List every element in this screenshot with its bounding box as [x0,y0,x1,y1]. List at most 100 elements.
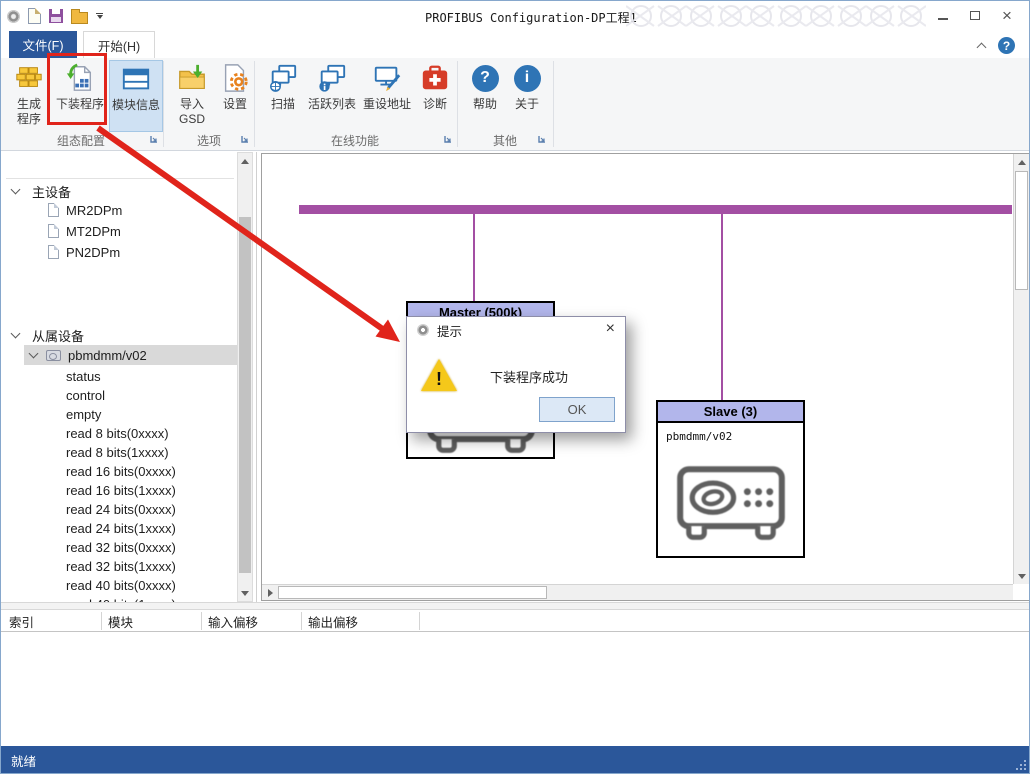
module-label: read 32 bits(1xxxx) [66,559,176,574]
tree-item-mt2dpm[interactable]: MT2DPm [2,221,236,241]
module-info-icon [120,63,152,95]
slave-device-name: pbmdmm/v02 [666,430,732,443]
tree-module-item[interactable]: control [2,385,236,405]
button-label: 活跃列表 [308,97,356,112]
scroll-up-button[interactable] [238,153,252,169]
dialog-launcher-icon[interactable] [149,134,159,144]
help-button[interactable]: ? [998,37,1015,54]
table-header-row: 索引 模块 输入偏移 输出偏移 [1,610,1029,632]
quick-access-toolbar [7,6,103,26]
tree-module-item[interactable]: read 32 bits(1xxxx) [2,556,236,576]
tree-module-item[interactable]: read 16 bits(1xxxx) [2,480,236,500]
dialog-launcher-icon[interactable] [537,134,547,144]
column-header[interactable]: 输入偏移 [208,610,258,632]
scroll-down-button[interactable] [238,585,252,601]
help-glyph: ? [472,65,499,92]
tree-module-item[interactable]: read 24 bits(0xxxx) [2,499,236,519]
column-header[interactable]: 索引 [9,610,34,632]
tree-item-pbmdmm-selected[interactable]: pbmdmm/v02 [24,345,238,365]
tree-module-item[interactable]: read 16 bits(0xxxx) [2,461,236,481]
help-circle-icon: ? [469,62,501,94]
module-table: 索引 模块 输入偏移 输出偏移 [1,610,1029,746]
qat-dropdown-icon[interactable] [96,13,103,19]
dialog-launcher-icon[interactable] [443,134,453,144]
chevron-down-icon[interactable] [11,185,21,195]
new-file-icon[interactable] [28,8,41,24]
document-icon [48,203,59,217]
tree-section-master-devices[interactable]: 主设备 [2,181,236,201]
scan-monitors-icon [267,62,299,94]
canvas-vertical-scrollbar[interactable] [1013,154,1029,584]
dialog-close-icon[interactable]: × [606,321,615,337]
slave-node[interactable]: Slave (3) pbmdmm/v02 [656,400,805,558]
column-header[interactable]: 模块 [108,610,133,632]
collapse-ribbon-icon[interactable] [977,42,985,50]
tree-module-item[interactable]: read 8 bits(0xxxx) [2,423,236,443]
module-label: read 16 bits(0xxxx) [66,464,176,479]
dialog-launcher-icon[interactable] [240,134,250,144]
scan-button[interactable]: 扫描 [263,60,303,132]
save-icon[interactable] [49,9,63,23]
reset-address-button[interactable]: 重设地址 [361,60,413,132]
tree-item-pn2dpm[interactable]: PN2DPm [2,242,236,262]
title-bar: PROFIBUS Configuration-DP工程1 × [1,1,1029,31]
scroll-down-button[interactable] [1015,568,1029,584]
first-aid-kit-icon [419,62,451,94]
app-icon[interactable] [7,10,20,23]
ribbon-tab-row: 文件(F) 开始(H) ? [1,31,1029,58]
module-label: read 40 bits(0xxxx) [66,578,176,593]
dialog-title: 提示 [437,321,462,340]
button-label: GSD [179,112,205,127]
column-header[interactable]: 输出偏移 [308,610,358,632]
maximize-button[interactable] [959,5,991,26]
projector-icon [675,460,787,544]
open-folder-icon[interactable] [71,12,88,24]
resize-grip[interactable] [1014,758,1026,770]
diagnosis-button[interactable]: 诊断 [417,60,453,132]
tree-module-item[interactable]: read 40 bits(0xxxx) [2,575,236,595]
canvas-horizontal-scrollbar[interactable] [262,584,1013,600]
import-gsd-button[interactable]: 导入 GSD [171,60,213,132]
tree-scrollbar[interactable] [237,152,253,602]
tree-section-slave-devices[interactable]: 从属设备 [2,325,236,345]
document-icon [48,245,59,259]
module-info-button[interactable]: 模块信息 [109,60,163,132]
tree-module-item[interactable]: read 32 bits(0xxxx) [2,537,236,557]
settings-button[interactable]: 设置 [217,60,253,132]
scroll-right-button[interactable] [262,586,278,600]
chevron-down-icon[interactable] [11,329,21,339]
scrollbar-thumb[interactable] [278,586,547,599]
close-icon: × [1002,7,1012,24]
minimize-icon [938,18,948,20]
tree-module-item[interactable]: read 24 bits(1xxxx) [2,518,236,538]
active-list-button[interactable]: 活跃列表 [306,60,358,132]
dialog-message: 下装程序成功 [490,367,568,386]
scrollbar-thumb[interactable] [239,217,251,573]
module-label: read 32 bits(0xxxx) [66,540,176,555]
close-button[interactable]: × [991,5,1023,26]
scroll-up-button[interactable] [1015,154,1029,170]
tree-module-item[interactable]: empty [2,404,236,424]
dialog-title-bar[interactable]: 提示 × [407,317,625,343]
tree-module-item[interactable]: status [2,366,236,386]
ok-button[interactable]: OK [539,397,615,422]
ribbon-help-button[interactable]: ? 帮助 [467,60,503,132]
profibus-bus-bar [299,205,1012,214]
tree-item-mr2dpm[interactable]: MR2DPm [2,200,236,220]
status-bar: 就绪 [1,746,1029,774]
network-canvas[interactable]: Master (500k) Slave (3) pbmdmm/v02 [261,153,1030,601]
minimize-button[interactable] [927,5,959,26]
panel-splitter[interactable] [1,602,1029,610]
tree-item-label: MR2DPm [66,203,122,218]
import-gsd-icon [176,62,208,94]
tree-module-item[interactable]: read 8 bits(1xxxx) [2,442,236,462]
about-button[interactable]: i 关于 [509,60,545,132]
tree-item-label: PN2DPm [66,245,120,260]
document-icon [48,224,59,238]
generate-program-button[interactable]: 生成 程序 [7,60,51,132]
scrollbar-thumb[interactable] [1015,171,1028,290]
chevron-down-icon[interactable] [29,349,39,359]
group-label: 在线功能 [255,132,455,149]
module-label: read 16 bits(1xxxx) [66,483,176,498]
tree-module-item[interactable]: read 40 bits(1xxxx) [2,594,236,602]
